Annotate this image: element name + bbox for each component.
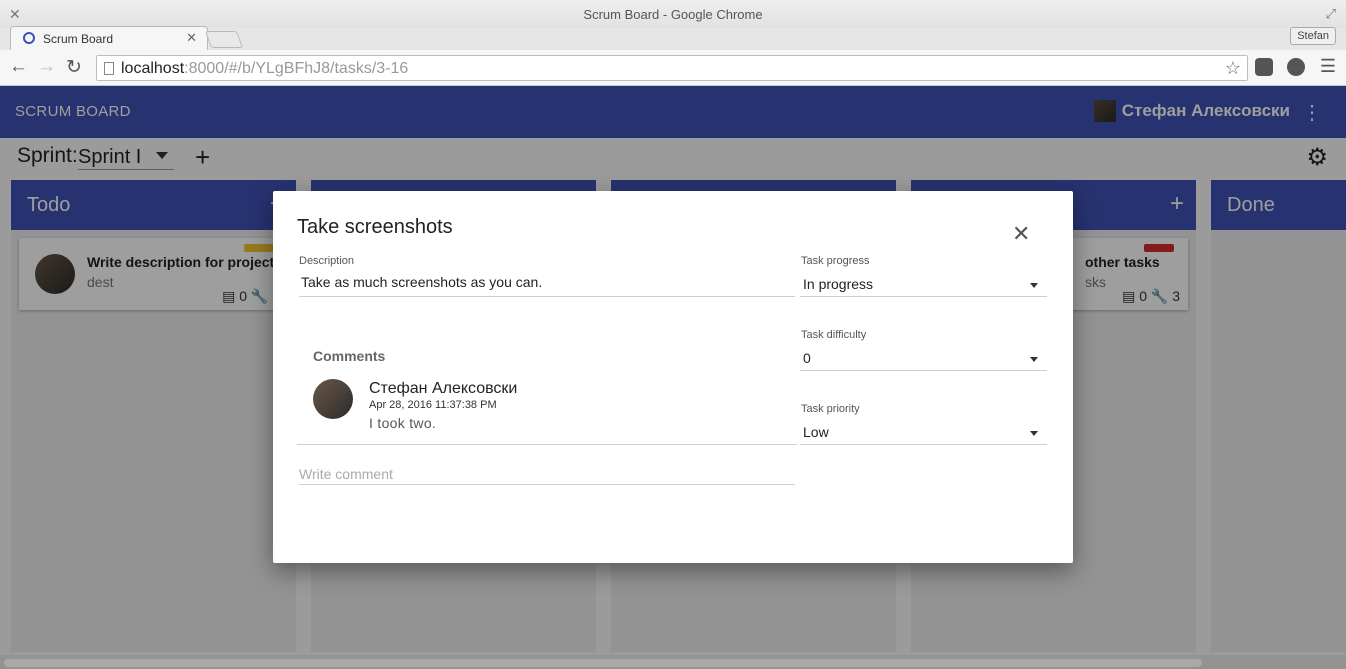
- comment-divider: [297, 444, 797, 445]
- forward-arrow-icon[interactable]: →: [37, 56, 56, 78]
- url-text: localhost:8000/#/b/YLgBFhJ8/tasks/3-16: [121, 60, 409, 77]
- close-icon[interactable]: ✕: [1012, 223, 1030, 245]
- scrollbar-thumb[interactable]: [4, 659, 1202, 667]
- tab-label: Scrum Board: [43, 32, 114, 46]
- description-label: Description: [299, 255, 355, 267]
- progress-underline: [800, 296, 1047, 297]
- priority-label: Task priority: [801, 403, 860, 415]
- address-bar[interactable]: localhost:8000/#/b/YLgBFhJ8/tasks/3-16 ☆: [96, 55, 1248, 81]
- reload-icon[interactable]: ↻: [66, 56, 82, 79]
- page-icon: [104, 62, 114, 75]
- avatar: [313, 379, 353, 419]
- extension-icon[interactable]: [1287, 58, 1305, 76]
- comment-text: I took two.: [369, 415, 437, 431]
- chevron-down-icon[interactable]: [1030, 357, 1038, 362]
- tab-close-icon[interactable]: ✕: [186, 30, 197, 46]
- back-arrow-icon[interactable]: ←: [9, 56, 28, 78]
- bookmark-star-icon[interactable]: ☆: [1225, 58, 1241, 79]
- difficulty-label: Task difficulty: [801, 329, 867, 341]
- dialog-title: Take screenshots: [297, 216, 453, 238]
- browser-tab[interactable]: Scrum Board ✕: [10, 26, 208, 50]
- difficulty-select[interactable]: 0: [803, 350, 811, 366]
- horizontal-scrollbar[interactable]: [0, 655, 1346, 669]
- progress-label: Task progress: [801, 255, 870, 267]
- priority-select[interactable]: Low: [803, 424, 829, 440]
- priority-underline: [800, 444, 1047, 445]
- browser-toolbar: ← → ↻ localhost:8000/#/b/YLgBFhJ8/tasks/…: [0, 50, 1346, 86]
- description-field[interactable]: Take as much screenshots as you can.: [301, 274, 542, 290]
- window-maximize-icon[interactable]: ⤢: [1326, 6, 1336, 22]
- window-title: Scrum Board - Google Chrome: [583, 7, 763, 22]
- description-underline: [299, 296, 795, 297]
- tab-favicon-icon: [23, 32, 35, 44]
- comments-heading: Comments: [313, 348, 386, 364]
- chrome-menu-icon[interactable]: ☰: [1320, 56, 1336, 77]
- new-tab-button[interactable]: [204, 31, 244, 48]
- chevron-down-icon[interactable]: [1030, 431, 1038, 436]
- task-dialog: Take screenshots ✕ Description Take as m…: [273, 191, 1073, 563]
- pocket-extension-icon[interactable]: [1255, 58, 1273, 76]
- progress-select[interactable]: In progress: [803, 276, 873, 292]
- difficulty-underline: [800, 370, 1047, 371]
- comment-input[interactable]: [299, 463, 795, 485]
- browser-titlebar: ✕ Scrum Board - Google Chrome ⤢: [0, 0, 1346, 28]
- comment-author: Стефан Алексовски: [369, 380, 518, 397]
- chevron-down-icon[interactable]: [1030, 283, 1038, 288]
- profile-button[interactable]: Stefan: [1290, 27, 1336, 45]
- comment-timestamp: Apr 28, 2016 11:37:38 PM: [369, 399, 497, 411]
